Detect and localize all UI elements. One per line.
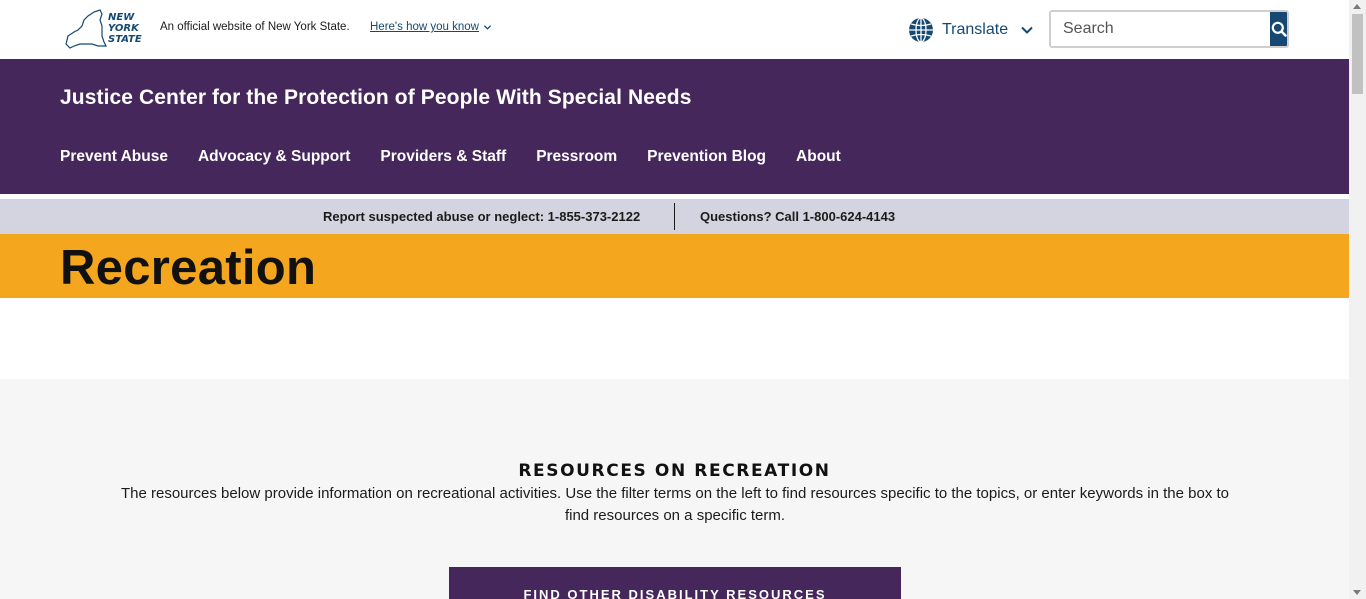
nys-logo-text-1: NEW (108, 12, 135, 23)
official-website-text: An official website of New York State. (160, 21, 350, 33)
nys-logo-text-3: STATE (108, 34, 142, 45)
report-abuse-phone-link[interactable]: Report suspected abuse or neglect: 1-855… (323, 209, 640, 224)
chevron-down-icon (483, 24, 492, 30)
section-heading: RESOURCES ON RECREATION (518, 461, 831, 481)
section-description: The resources below provide information … (120, 485, 1230, 524)
nys-universal-bar: NEW YORK STATE An official website of Ne… (0, 0, 1349, 59)
agency-title-link[interactable]: Justice Center for the Protection of Peo… (60, 86, 691, 110)
resources-section: RESOURCES ON RECREATION The resources be… (0, 379, 1349, 599)
hotline-divider (674, 203, 675, 230)
page-title-banner: Recreation (0, 234, 1349, 298)
search-button[interactable] (1270, 12, 1287, 46)
agency-header: Justice Center for the Protection of Peo… (0, 59, 1349, 194)
chevron-down-icon (1021, 26, 1033, 34)
scroll-down-arrow-icon[interactable] (1353, 590, 1361, 595)
globe-icon (909, 17, 933, 43)
nav-prevention-blog[interactable]: Prevention Blog (647, 148, 766, 166)
how-you-know-link[interactable]: Here's how you know (370, 21, 492, 33)
how-you-know-label: Here's how you know (370, 21, 479, 33)
main-navigation: Prevent Abuse Advocacy & Support Provide… (60, 148, 841, 166)
nys-logo-icon[interactable]: NEW YORK STATE (64, 6, 144, 52)
questions-phone-link[interactable]: Questions? Call 1-800-624-4143 (700, 209, 895, 224)
nav-prevent-abuse[interactable]: Prevent Abuse (60, 148, 168, 166)
find-other-resources-button[interactable]: FIND OTHER DISABILITY RESOURCES (449, 567, 901, 599)
translate-button[interactable]: Translate (908, 16, 1034, 44)
search-box (1049, 10, 1289, 48)
search-icon (1271, 21, 1287, 37)
page-scrollbar[interactable] (1349, 0, 1366, 599)
nys-logo-text-2: YORK (108, 23, 140, 34)
find-other-resources-label: FIND OTHER DISABILITY RESOURCES (523, 587, 827, 599)
nav-advocacy-support[interactable]: Advocacy & Support (198, 148, 350, 166)
nav-providers-staff[interactable]: Providers & Staff (380, 148, 506, 166)
translate-label: Translate (942, 21, 1009, 38)
search-input[interactable] (1051, 12, 1270, 46)
nav-about[interactable]: About (796, 148, 841, 166)
scroll-up-arrow-icon[interactable] (1353, 4, 1361, 9)
page-title: Recreation (60, 241, 317, 295)
scroll-thumb[interactable] (1352, 14, 1363, 94)
nav-pressroom[interactable]: Pressroom (536, 148, 617, 166)
hotline-bar: Report suspected abuse or neglect: 1-855… (0, 199, 1349, 234)
